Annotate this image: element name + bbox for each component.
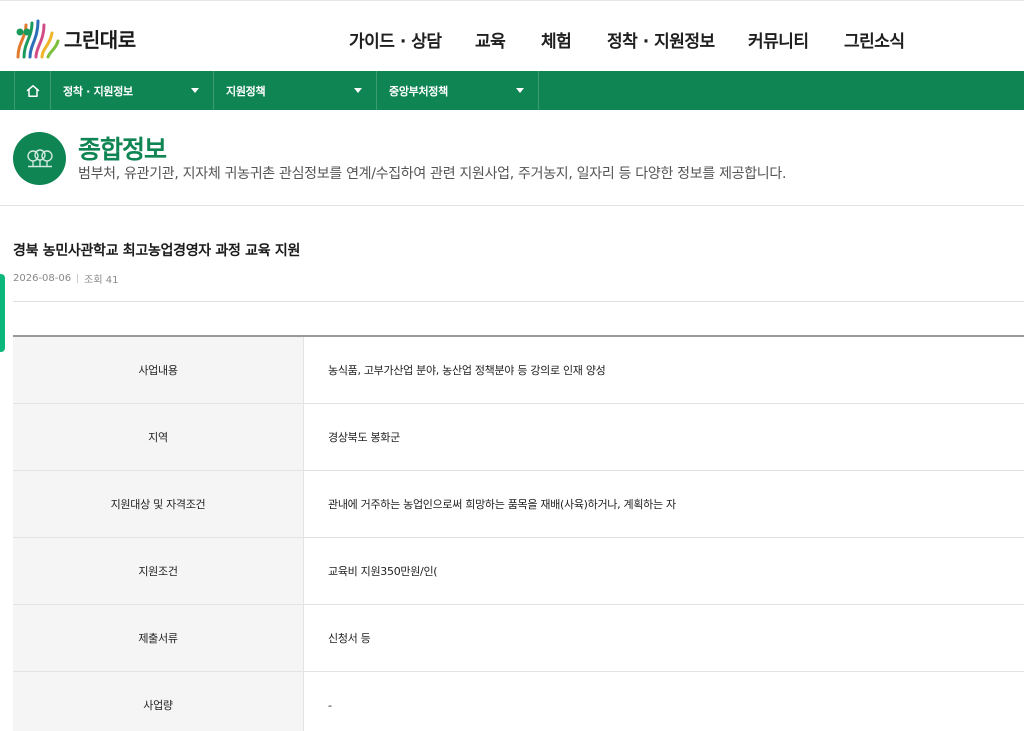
home-icon bbox=[26, 84, 39, 97]
row-value: 관내에 거주하는 농업인으로써 희망하는 품목을 재배(사육)하거나, 계획하는… bbox=[328, 498, 676, 511]
side-tab-handle[interactable] bbox=[0, 274, 5, 352]
breadcrumb-label: 중앙부처정책 bbox=[389, 84, 448, 98]
top-header: 그린대로 가이드 · 상담 교육 체험 정착 · 지원정보 커뮤니티 그린소식 bbox=[0, 0, 1024, 71]
breadcrumb-depth2[interactable]: 지원정책 bbox=[214, 71, 377, 110]
row-value: 경상북도 봉화군 bbox=[328, 431, 400, 444]
post-meta: 2026-08-06 조회 41 bbox=[13, 271, 118, 286]
row-value: 신청서 등 bbox=[328, 632, 371, 645]
tree-icon bbox=[26, 148, 53, 167]
table-row: 지역 경상북도 봉화군 bbox=[13, 404, 1024, 471]
page-description: 범부처, 유관기관, 지자체 귀농귀촌 관심정보를 연계/수집하여 관련 지원사… bbox=[78, 166, 787, 182]
row-label: 지원조건 bbox=[13, 538, 304, 604]
row-value: 농식품, 고부가산업 분야, 농산업 정책분야 등 강의로 인재 양성 bbox=[328, 364, 606, 377]
row-label: 지역 bbox=[13, 404, 304, 470]
row-value: - bbox=[328, 698, 332, 712]
home-button[interactable] bbox=[14, 71, 51, 110]
table-row: 제출서류 신청서 등 bbox=[13, 605, 1024, 672]
row-label: 사업량 bbox=[13, 672, 304, 731]
nav-education[interactable]: 교육 bbox=[475, 27, 506, 52]
table-row: 사업내용 농식품, 고부가산업 분야, 농산업 정책분야 등 강의로 인재 양성 bbox=[13, 337, 1024, 404]
post-views: 조회 41 bbox=[84, 275, 119, 286]
post-date: 2026-08-06 bbox=[13, 273, 72, 284]
chevron-down-icon bbox=[354, 88, 362, 93]
chevron-down-icon bbox=[516, 88, 524, 93]
main-nav: 가이드 · 상담 교육 체험 정착 · 지원정보 커뮤니티 그린소식 bbox=[0, 27, 1024, 52]
chevron-down-icon bbox=[191, 88, 199, 93]
table-row: 사업량 - bbox=[13, 672, 1024, 731]
nav-guide[interactable]: 가이드 · 상담 bbox=[349, 27, 442, 52]
page-header: 종합정보 범부처, 유관기관, 지자체 귀농귀촌 관심정보를 연계/수집하여 관… bbox=[0, 110, 1024, 206]
page-title: 종합정보 bbox=[78, 135, 167, 164]
table-row: 지원대상 및 자격조건 관내에 거주하는 농업인으로써 희망하는 품목을 재배(… bbox=[13, 471, 1024, 538]
post-title: 경북 농민사관학교 최고농업경영자 과정 교육 지원 bbox=[13, 243, 301, 259]
breadcrumb: 정착 · 지원정보 지원정책 중앙부처정책 bbox=[0, 71, 1024, 110]
category-icon bbox=[13, 132, 66, 185]
breadcrumb-depth3[interactable]: 중앙부처정책 bbox=[377, 71, 539, 110]
table-row: 지원조건 교육비 지원350만원/인( bbox=[13, 538, 1024, 605]
breadcrumb-label: 정착 · 지원정보 bbox=[63, 84, 133, 98]
nav-experience[interactable]: 체험 bbox=[541, 27, 572, 52]
breadcrumb-label: 지원정책 bbox=[226, 84, 266, 98]
nav-news[interactable]: 그린소식 bbox=[844, 27, 905, 52]
row-label: 제출서류 bbox=[13, 605, 304, 671]
row-label: 사업내용 bbox=[13, 337, 304, 403]
breadcrumb-depth1[interactable]: 정착 · 지원정보 bbox=[51, 71, 214, 110]
divider bbox=[13, 301, 1024, 302]
detail-table: 사업내용 농식품, 고부가산업 분야, 농산업 정책분야 등 강의로 인재 양성… bbox=[13, 335, 1024, 731]
nav-settlement[interactable]: 정착 · 지원정보 bbox=[607, 27, 715, 52]
row-value: 교육비 지원350만원/인( bbox=[328, 565, 438, 578]
meta-divider bbox=[77, 274, 79, 283]
nav-community[interactable]: 커뮤니티 bbox=[748, 27, 809, 52]
row-label: 지원대상 및 자격조건 bbox=[13, 471, 304, 537]
